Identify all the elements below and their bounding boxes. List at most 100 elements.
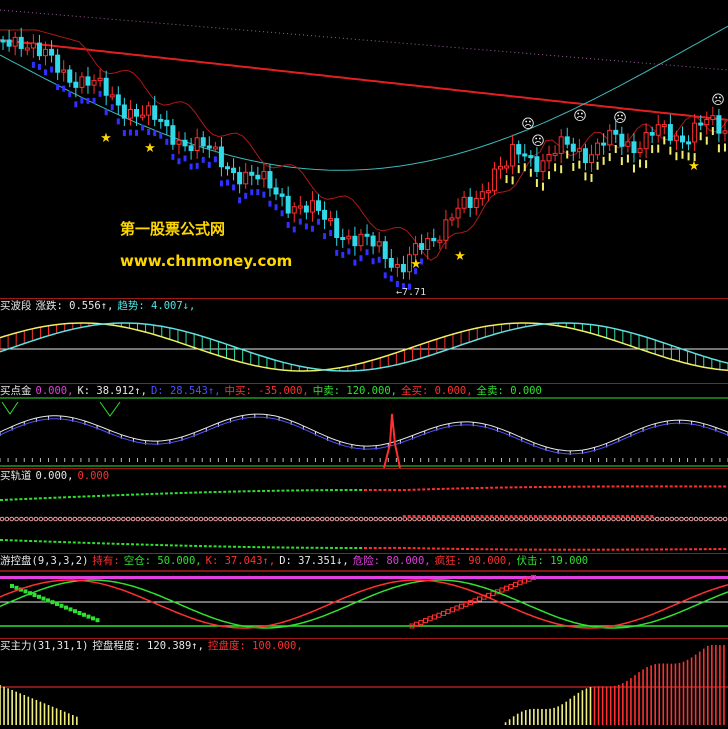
upper-band-mark [169, 492, 173, 495]
track-bar [475, 515, 479, 518]
upper-band-mark [645, 485, 649, 488]
upper-band-mark [194, 491, 198, 494]
upper-band-mark [480, 486, 484, 489]
upper-band-mark [286, 489, 290, 492]
track-dot [387, 516, 393, 522]
lower-band-mark [368, 546, 372, 549]
track-dot [334, 516, 340, 522]
candle-body [85, 76, 91, 86]
lower-band-mark [422, 547, 426, 550]
track-indicator-pane[interactable]: 买轨道 0.000, 0.000 [0, 469, 728, 553]
upper-band-mark [412, 488, 416, 491]
track-bar [616, 515, 620, 518]
indicator-value: D: 28.543↑, [150, 385, 221, 397]
candle-body [158, 118, 164, 122]
smiley-icon: ☹ [521, 117, 535, 132]
point-indicator-pane[interactable]: 买点金 0.000, K: 38.912↑, D: 28.543↑, 中买: -35.0… [0, 384, 728, 468]
upper-band-mark [519, 486, 523, 489]
candle-body [24, 47, 30, 51]
hold-block [513, 582, 518, 588]
indicator-value: 买主力(31,31,1) [0, 640, 89, 652]
track-dot [101, 516, 107, 522]
upper-band-mark [174, 492, 178, 495]
lower-band-mark [538, 548, 542, 551]
track-dot [252, 516, 257, 522]
lower-band-mark [427, 547, 431, 550]
track-dot [28, 516, 34, 522]
control-indicator-header: 游控盘(9,3,3,2) 持有: 空仓: 50.000, K: 37.043↑, D: … [0, 554, 592, 568]
upper-band-mark [77, 495, 81, 498]
upper-band-mark [504, 486, 508, 489]
indicator-value: 涨跌: 0.556↑, [35, 300, 114, 312]
upper-band-mark [82, 495, 86, 498]
track-dot [0, 516, 5, 522]
lower-band-mark [252, 546, 256, 549]
candle-body [473, 197, 479, 208]
track-dot [659, 516, 665, 522]
trend-ribbon-mark [153, 130, 157, 137]
candlestick-chart[interactable]: ★ ★ ★ ★ ★ ☹ ☹ ☹ ☹ ☹ [0, 0, 728, 298]
lower-band-mark [480, 548, 484, 551]
track-dot [43, 516, 48, 522]
track-bar [504, 515, 508, 518]
trend-ribbon-mark [207, 161, 211, 168]
candle-body [425, 237, 431, 250]
trend-ribbon-mark [572, 162, 575, 171]
trend-ribbon-mark [699, 132, 702, 141]
trend-ribbon-mark [548, 171, 551, 180]
lower-band-mark [29, 540, 33, 543]
track-bar [412, 515, 416, 518]
candle-body [194, 137, 200, 151]
candle-body [346, 235, 352, 240]
lower-band-mark [562, 548, 566, 551]
upper-band-mark [126, 493, 130, 496]
trend-ribbon-mark [645, 160, 648, 169]
candle-body [249, 171, 255, 176]
trend-ribbon-mark [365, 249, 369, 256]
track-dot [378, 516, 383, 522]
hold-block [490, 591, 496, 597]
upper-band-mark [495, 486, 499, 489]
candle-body [67, 69, 73, 83]
track-bar [640, 515, 644, 518]
track-dot [91, 516, 97, 522]
trend-ribbon-mark [389, 275, 393, 282]
track-bar [626, 515, 630, 518]
candle-body [692, 122, 698, 143]
moving-average-line [0, 39, 728, 121]
upper-band-mark [592, 485, 596, 488]
low-price-label: ←7.71 [396, 287, 427, 298]
lower-band-mark [135, 543, 139, 546]
upper-band-mark [29, 497, 33, 500]
track-dot [693, 516, 699, 522]
trend-ribbon-mark [183, 155, 187, 162]
lower-band-mark [383, 546, 387, 549]
lower-band-mark [126, 543, 130, 546]
trend-ribbon-mark [310, 225, 314, 232]
lower-band-mark [461, 547, 465, 550]
lower-band-mark [242, 545, 246, 548]
track-dot [247, 516, 252, 522]
candle-body [309, 200, 315, 213]
track-bar [635, 515, 639, 518]
lower-band-mark [116, 542, 120, 545]
main-chart-pane[interactable]: ★ ★ ★ ★ ★ ☹ ☹ ☹ ☹ ☹ 第一股票公式网 www.chnmoney.com ←7.7… [0, 0, 728, 298]
trend-ribbon-mark [523, 163, 526, 172]
wave-indicator-pane[interactable]: 买波段 涨跌: 0.556↑, 趋势: 4.007↓, [0, 299, 728, 383]
lower-band-mark [446, 547, 450, 550]
trend-ribbon-mark [517, 165, 520, 174]
lower-band-mark [723, 548, 727, 551]
mainforce-indicator-pane[interactable]: 买主力(31,31,1) 控盘程度: 120.389↑, 控盘度: 100.000, [0, 639, 728, 729]
candle-body [231, 167, 237, 174]
candle-body [370, 235, 376, 247]
control-indicator-pane[interactable]: 游控盘(9,3,3,2) 持有: 空仓: 50.000, K: 37.043↑, D: … [0, 554, 728, 638]
candle-body [704, 118, 710, 126]
candle-body [680, 135, 685, 143]
candle-body [376, 241, 382, 247]
trend-ribbon-mark [74, 101, 78, 108]
upper-band-mark [232, 490, 236, 493]
track-dot [669, 516, 675, 522]
hold-block [86, 614, 91, 619]
indicator-value: 危险: 80.000, [352, 555, 431, 567]
lower-band-mark [286, 546, 290, 549]
